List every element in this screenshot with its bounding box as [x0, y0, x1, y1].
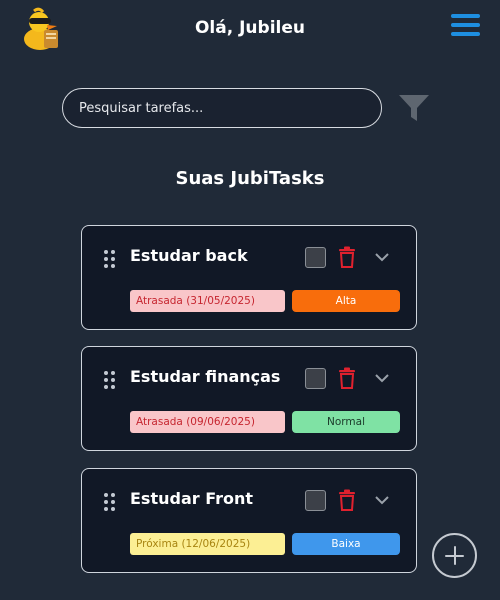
menu-bar — [451, 23, 480, 27]
chevron-down-icon[interactable] — [374, 494, 390, 506]
complete-checkbox[interactable] — [305, 368, 326, 389]
due-date-badge: Próxima (12/06/2025) — [130, 533, 285, 555]
due-date-badge: Atrasada (09/06/2025) — [130, 411, 285, 433]
priority-badge: Normal — [292, 411, 400, 433]
task-title: Estudar Front — [130, 489, 254, 508]
greeting-title: Olá, Jubileu — [194, 18, 305, 38]
search-input[interactable] — [62, 88, 382, 128]
menu-bar — [451, 14, 480, 18]
section-title: Suas JubiTasks — [175, 168, 325, 189]
task-title: Estudar back — [130, 246, 248, 265]
hamburger-menu-button[interactable] — [451, 14, 481, 40]
priority-badge: Alta — [292, 290, 400, 312]
drag-handle-icon[interactable] — [104, 250, 116, 268]
chevron-down-icon[interactable] — [374, 372, 390, 384]
top-bar: Olá, Jubileu — [0, 0, 500, 58]
task-title: Estudar finanças — [130, 367, 281, 386]
add-task-button[interactable] — [432, 533, 477, 578]
priority-badge: Baixa — [292, 533, 400, 555]
chevron-down-icon[interactable] — [374, 251, 390, 263]
filter-funnel-icon[interactable] — [398, 93, 430, 123]
task-card: Estudar finanças Atrasada (09/06/2025) N… — [81, 346, 417, 451]
drag-handle-icon[interactable] — [104, 371, 116, 389]
trash-icon[interactable] — [338, 367, 356, 389]
complete-checkbox[interactable] — [305, 490, 326, 511]
complete-checkbox[interactable] — [305, 247, 326, 268]
trash-icon[interactable] — [338, 246, 356, 268]
task-card: Estudar back Atrasada (31/05/2025) Alta — [81, 225, 417, 330]
menu-bar — [451, 32, 480, 36]
task-card: Estudar Front Próxima (12/06/2025) Baixa — [81, 468, 417, 573]
due-date-badge: Atrasada (31/05/2025) — [130, 290, 285, 312]
drag-handle-icon[interactable] — [104, 493, 116, 511]
trash-icon[interactable] — [338, 489, 356, 511]
